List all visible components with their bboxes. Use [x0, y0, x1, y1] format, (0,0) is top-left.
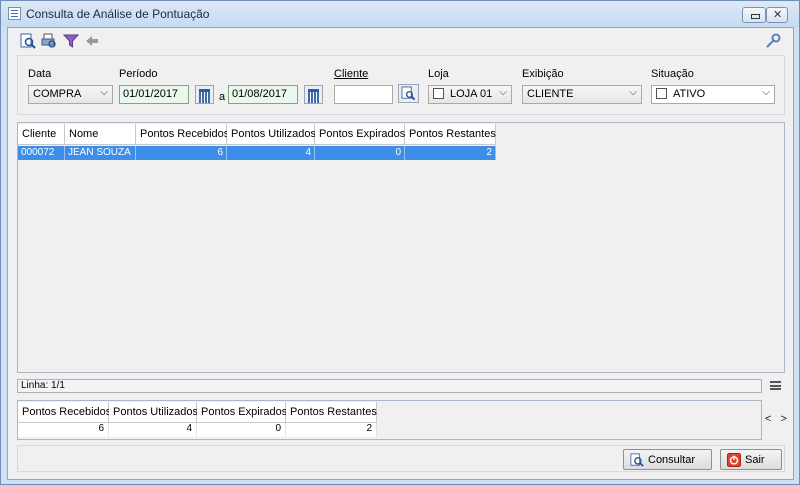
column-header-pontos-recebidos[interactable]: Pontos Recebidos — [136, 124, 229, 145]
consultar-label: Consultar — [648, 454, 696, 466]
column-header-nome[interactable]: Nome — [65, 124, 136, 145]
column-header-pontos-expirados[interactable]: Pontos Expirados — [315, 124, 405, 145]
results-table[interactable]: Cliente Nome Pontos Recebidos Pontos Uti… — [17, 122, 785, 373]
totals-value-utilizados: 4 — [109, 423, 197, 437]
consultar-button[interactable]: Consultar — [623, 449, 712, 470]
date-from-input[interactable]: 01/01/2017 — [119, 85, 189, 104]
totals-value-restantes: 2 — [286, 423, 377, 437]
table-row[interactable]: 000072 JEAN SOUZA 6 4 0 2 — [18, 146, 496, 160]
date-to-input[interactable]: 01/08/2017 — [228, 85, 298, 104]
cell-pontos-restantes: 2 — [405, 146, 496, 160]
cliente-search-icon[interactable] — [398, 84, 419, 103]
periodo-separator: a — [219, 91, 226, 103]
column-header-pontos-restantes[interactable]: Pontos Restantes — [405, 124, 496, 145]
chevron-down-icon: ⌵ — [629, 87, 637, 98]
loja-select-value: LOJA 01 — [450, 88, 493, 100]
exibicao-label: Exibição — [522, 68, 564, 80]
chevron-down-icon: ⌵ — [499, 87, 507, 98]
title-bar: Consulta de Análise de Pontuação — [1, 1, 799, 27]
menu-icon[interactable] — [770, 381, 781, 390]
totals-value-expirados: 0 — [197, 423, 286, 437]
cliente-label[interactable]: Cliente — [334, 68, 368, 80]
app-window: Consulta de Análise de Pontuação Data — [0, 0, 800, 485]
totals-table: Pontos Recebidos Pontos Utilizados Ponto… — [17, 400, 762, 440]
close-button[interactable] — [766, 7, 788, 23]
situacao-select-value: ATIVO — [673, 88, 706, 100]
row-count-status: Linha: 1/1 — [17, 379, 762, 393]
calendar-to-icon[interactable] — [304, 85, 323, 104]
back-arrow-icon[interactable] — [84, 33, 100, 49]
cliente-input[interactable] — [334, 85, 393, 104]
calendar-from-icon[interactable] — [195, 85, 214, 104]
chevron-down-icon: ⌵ — [762, 87, 770, 98]
exibicao-select[interactable]: CLIENTE ⌵ — [522, 85, 642, 104]
cell-pontos-expirados: 0 — [315, 146, 405, 160]
cell-pontos-recebidos: 6 — [136, 146, 227, 160]
client-area: Data COMPRA ⌵ Período 01/01/2017 a 01/08… — [7, 27, 794, 480]
filter-panel: Data COMPRA ⌵ Período 01/01/2017 a 01/08… — [17, 55, 785, 115]
chevron-down-icon: ⌵ — [100, 87, 108, 98]
data-select[interactable]: COMPRA ⌵ — [28, 85, 113, 104]
totals-header-recebidos: Pontos Recebidos — [18, 402, 111, 423]
data-select-value: COMPRA — [33, 88, 82, 100]
situacao-label: Situação — [651, 68, 694, 80]
situacao-select[interactable]: ATIVO ⌵ — [651, 85, 775, 104]
cell-cliente: 000072 — [18, 146, 65, 160]
minimize-button[interactable] — [742, 7, 766, 23]
loja-select[interactable]: LOJA 01 ⌵ — [428, 85, 512, 104]
loja-checkbox[interactable] — [433, 88, 444, 99]
data-label: Data — [28, 68, 52, 80]
key-icon[interactable] — [765, 33, 781, 49]
search-doc-icon[interactable] — [20, 33, 36, 49]
column-header-pontos-utilizados[interactable]: Pontos Utilizados — [227, 124, 316, 145]
totals-header-restantes: Pontos Restantes — [286, 402, 377, 423]
column-header-cliente[interactable]: Cliente — [18, 124, 65, 145]
totals-header-utilizados: Pontos Utilizados — [109, 402, 198, 423]
print-icon[interactable] — [41, 33, 57, 49]
cell-nome: JEAN SOUZA — [65, 146, 136, 160]
sair-label: Sair — [745, 454, 765, 466]
power-icon — [727, 453, 741, 467]
window-title: Consulta de Análise de Pontuação — [26, 7, 210, 21]
exibicao-select-value: CLIENTE — [527, 88, 574, 100]
periodo-label: Período — [119, 68, 158, 80]
app-icon — [8, 7, 21, 20]
loja-label: Loja — [428, 68, 449, 80]
totals-value-recebidos: 6 — [18, 423, 109, 437]
situacao-checkbox[interactable] — [656, 88, 667, 99]
search-doc-icon — [630, 453, 644, 467]
filter-icon[interactable] — [63, 33, 79, 49]
sair-button[interactable]: Sair — [720, 449, 782, 470]
totals-header-expirados: Pontos Expirados — [197, 402, 287, 423]
cell-pontos-utilizados: 4 — [227, 146, 315, 160]
scroll-arrows[interactable]: < > — [765, 413, 790, 425]
